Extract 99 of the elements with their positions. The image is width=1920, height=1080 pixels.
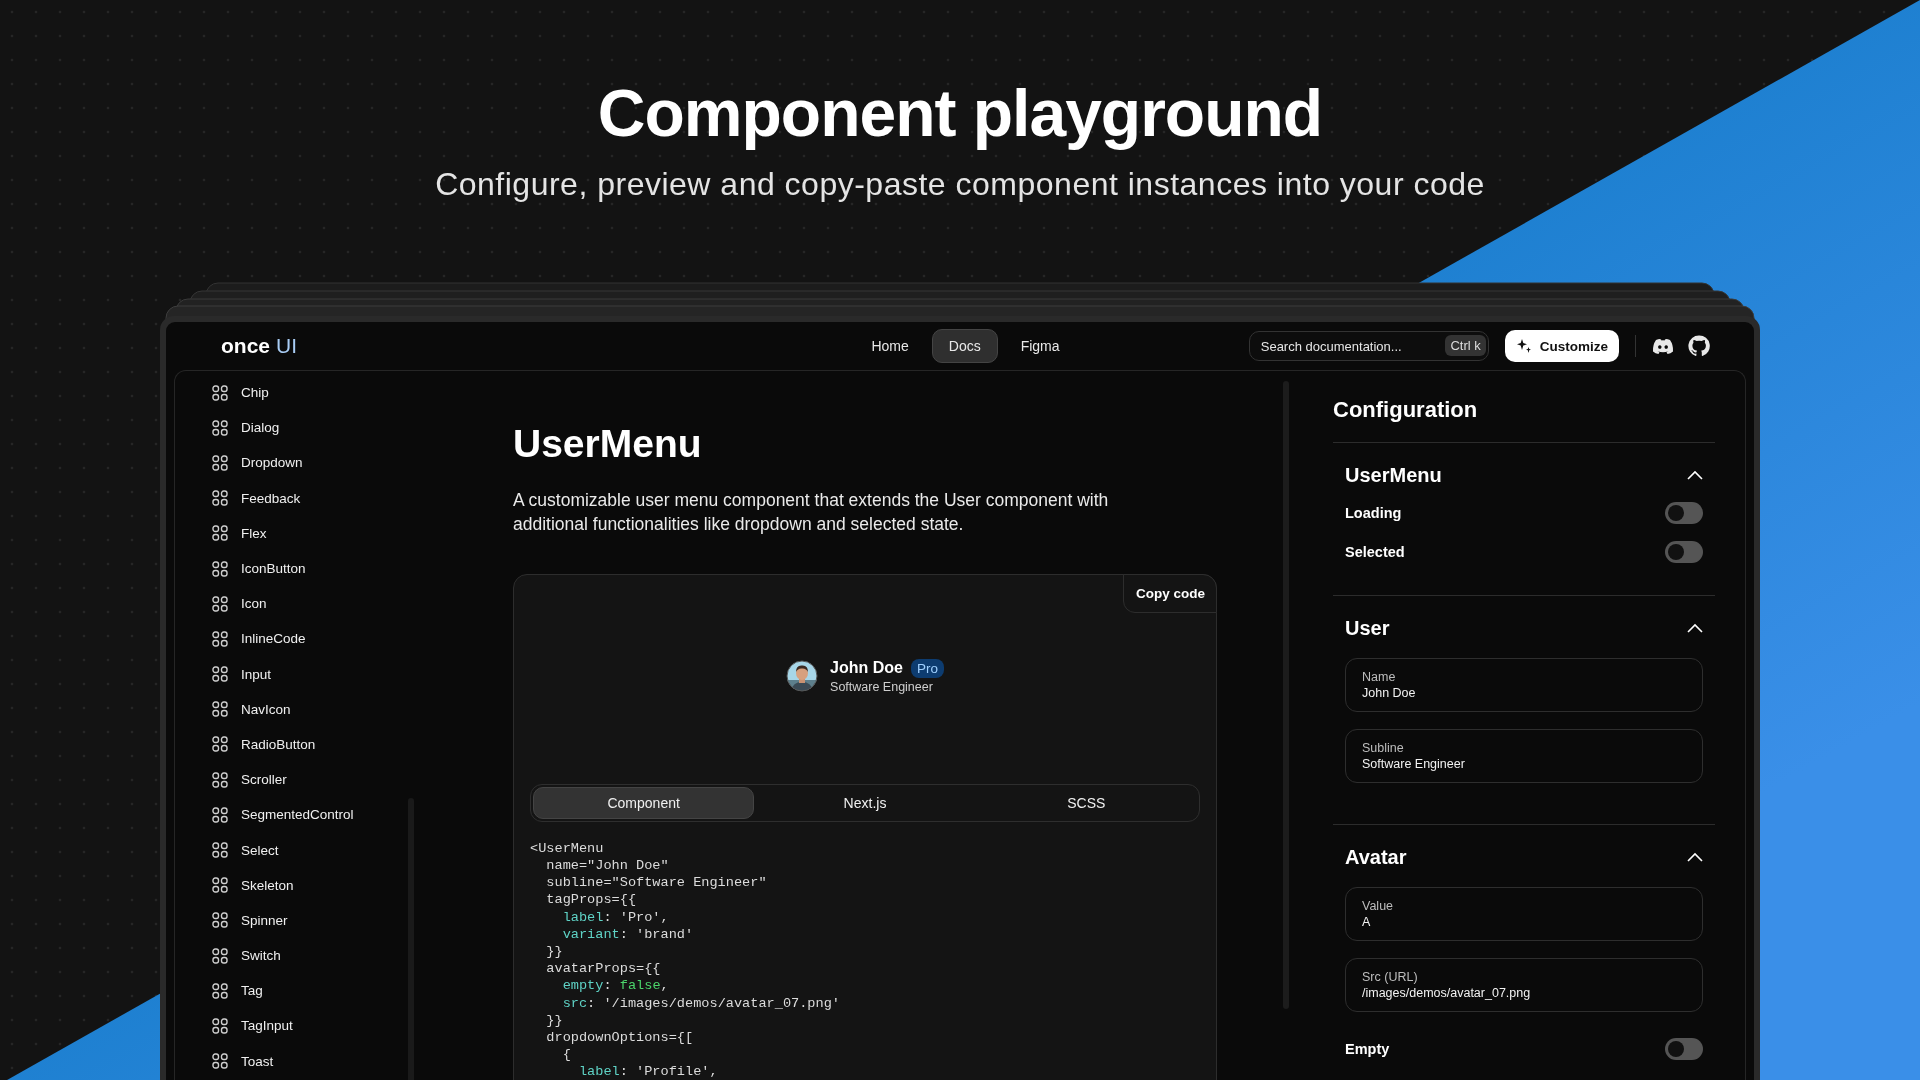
code-tab[interactable]: Next.js [754,786,976,819]
toggle-switch[interactable] [1665,540,1703,563]
grid-icon [212,982,228,999]
code-line: tagProps={{ [545,891,637,909]
grid-icon [212,419,228,436]
field-label: Name [1362,670,1397,684]
grid-icon [212,736,228,753]
grid-icon [212,701,228,718]
grid-icon [212,630,228,647]
section-title: Avatar [1345,845,1407,869]
sidebar-item[interactable]: Tag [241,983,263,999]
grid-icon [212,1053,228,1070]
page-subheading: Configure, preview and copy-paste component instances into your code [435,168,1485,200]
toggle-switch[interactable] [1665,1037,1703,1060]
text-field[interactable]: Src (URL) /images/demos/avatar_07.png [1345,958,1703,1012]
sidebar-item[interactable]: Toast [241,1053,274,1069]
code-line: <UserMenu [530,839,604,857]
github-icon [1688,335,1710,357]
tag-badge: Pro [910,658,944,678]
nav-tab[interactable]: Docs [931,329,998,363]
sidebar-item[interactable]: IconButton [241,561,306,577]
sidebar-item[interactable]: Skeleton [241,877,294,893]
page-title: UserMenu [513,421,703,467]
sidebar-item[interactable]: RadioButton [241,736,316,752]
grid-icon [212,912,228,929]
grid-icon [212,771,228,788]
nav-tab[interactable]: Home [854,329,926,363]
code-line: }} [545,1011,563,1030]
chevron-up-icon[interactable] [1687,852,1703,862]
switch-label: Loading [1345,504,1402,521]
user-menu[interactable]: John Doe Pro Software Engineer [514,658,1216,694]
grid-icon [212,947,228,964]
sidebar-item[interactable]: InlineCode [241,631,306,647]
code-tab[interactable]: SCSS [975,786,1197,819]
sidebar-item[interactable]: Select [241,842,279,858]
field-value[interactable]: Software Engineer [1362,757,1686,771]
grid-icon [212,595,228,612]
code-tab[interactable]: Component [533,786,755,819]
switch-label: Empty [1345,1040,1390,1057]
sidebar-item[interactable]: Spinner [241,912,288,928]
field-label: Value [1362,899,1395,913]
sidebar-item[interactable]: SegmentedControl [241,807,354,823]
switch-label: Selected [1345,543,1405,560]
code-line: subline="Software Engineer" [545,874,767,892]
grid-icon [212,806,228,823]
code-line: name="John Doe" [545,857,669,875]
logo[interactable]: once UI [221,334,855,358]
field-value[interactable]: John Doe [1362,686,1686,700]
sidebar-item[interactable]: NavIcon [241,701,291,717]
code-line: variant: 'brand' [561,925,694,943]
text-field[interactable]: Subline Software Engineer [1345,729,1703,783]
sidebar-item[interactable]: Feedback [241,490,301,506]
field-value[interactable]: A [1362,915,1686,929]
sidebar-item[interactable]: Dropdown [241,455,303,471]
section-title: UserMenu [1345,463,1442,487]
sidebar-item[interactable]: Dialog [241,420,280,436]
field-label: Src (URL) [1362,970,1419,984]
sidebar-item[interactable]: Flex [241,525,267,541]
code-line: label: 'Pro', [561,908,669,926]
user-subline: Software Engineer [830,679,934,694]
grid-icon [212,490,228,507]
sidebar-item[interactable]: TagInput [241,1018,293,1034]
code-line: src: '/images/demos/avatar_07.png' [561,994,840,1012]
field-label: Subline [1362,741,1405,755]
code-line: dropdownOptions={[ [545,1029,694,1047]
grid-icon [212,560,228,577]
code-line: label: 'Profile', [577,1063,718,1080]
user-name: John Doe [830,659,903,678]
text-field[interactable]: Value A [1345,887,1703,941]
grid-icon [212,666,228,683]
sparkle-icon [1515,338,1532,354]
chevron-up-icon[interactable] [1687,470,1703,480]
text-field[interactable]: Name John Doe [1345,658,1703,712]
shortcut-badge: Ctrl k [1445,335,1486,356]
nav-tab[interactable]: Figma [1003,329,1077,363]
sidebar-item[interactable]: Chip [241,385,269,401]
grid-icon [212,877,228,894]
sidebar-item[interactable]: Scroller [241,772,287,788]
toggle-switch[interactable] [1665,501,1703,524]
sidebar-item[interactable]: Switch [241,948,281,964]
sidebar-item[interactable]: Input [241,666,272,682]
grid-icon [212,454,228,471]
code-line: }} [545,943,563,961]
sidebar-item[interactable]: Icon [241,596,267,612]
grid-icon [212,842,228,859]
discord-icon [1652,338,1674,354]
copy-code-button[interactable]: Copy code [1123,573,1217,613]
code-line: empty: false, [561,977,669,995]
code-line: avatarProps={{ [545,960,661,978]
field-value[interactable]: /images/demos/avatar_07.png [1362,986,1686,1000]
grid-icon [212,384,228,401]
customize-button[interactable]: Customize [1504,330,1619,362]
code-line: { [561,1046,571,1064]
grid-icon [212,1017,228,1034]
grid-icon [212,525,228,542]
section-title: User [1345,616,1390,640]
panel-title: Configuration [1333,390,1715,443]
page-description: A customizable user menu component that extends the User component with additional functionalities like dropdown and selected state. [513,488,1110,536]
chevron-up-icon[interactable] [1687,623,1703,633]
